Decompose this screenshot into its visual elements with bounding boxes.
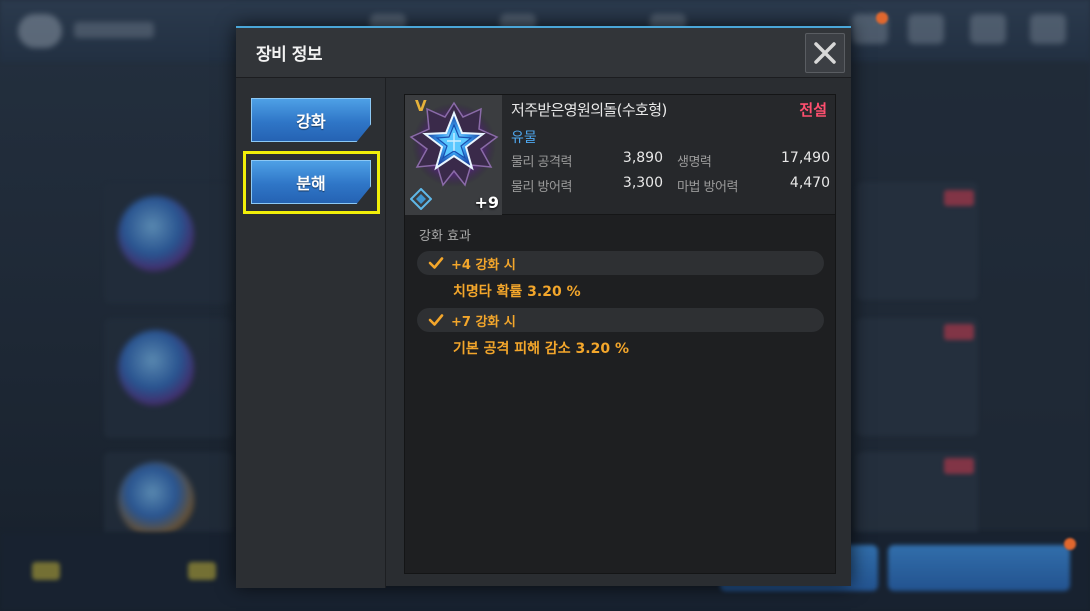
background-chat-text — [74, 22, 154, 38]
grade-mark: V — [415, 97, 427, 115]
side-menu: 강화 분해 — [236, 78, 386, 588]
effect-level: +4 강화 시 — [451, 258, 516, 273]
stat-label: 생명력 — [677, 155, 712, 170]
equipment-info-modal: 장비 정보 강화 분해 V +9 저주받은영원의돌(수호형) 전설 유물 물리 … — [236, 26, 851, 588]
stat-label: 마법 방어력 — [677, 180, 738, 195]
background-chip — [188, 562, 216, 580]
diamond-gem-icon — [410, 188, 432, 210]
background-bag-icon — [970, 14, 1006, 44]
stat-label: 물리 방어력 — [511, 180, 572, 195]
item-type: 유물 — [511, 130, 537, 146]
background-item-orb — [118, 196, 194, 272]
effect-description: 치명타 확률 3.20 % — [453, 284, 581, 300]
close-x-icon — [814, 42, 836, 64]
check-icon — [428, 257, 444, 269]
background-close-icon — [1030, 14, 1066, 44]
section-title: 강화 효과 — [419, 229, 471, 244]
modal-header: 장비 정보 — [236, 28, 851, 78]
item-summary: V +9 저주받은영원의돌(수호형) 전설 유물 물리 공격력 3,890 생명… — [405, 95, 835, 215]
effect-level: +7 강화 시 — [451, 315, 516, 330]
background-mail-icon — [908, 14, 944, 44]
background-item-orb — [118, 462, 194, 538]
background-chip — [32, 562, 60, 580]
item-icon-slot[interactable]: V +9 — [405, 95, 502, 215]
check-icon — [428, 314, 444, 326]
background-grade-tag — [944, 458, 974, 474]
modal-title: 장비 정보 — [256, 45, 322, 65]
background-grade-tag — [944, 190, 974, 206]
stat-value: 17,490 — [781, 150, 830, 166]
background-chat-icon — [18, 14, 62, 48]
stat-label: 물리 공격력 — [511, 155, 572, 170]
background-item-orb — [118, 330, 194, 406]
stat-value: 4,470 — [789, 175, 830, 191]
close-button[interactable] — [805, 33, 845, 73]
item-name: 저주받은영원의돌(수호형) — [511, 101, 667, 119]
enhance-level: +9 — [474, 193, 499, 212]
effect-header: +4 강화 시 — [417, 251, 824, 275]
background-grade-tag — [944, 324, 974, 340]
stat-value: 3,890 — [622, 150, 663, 166]
disassemble-button[interactable]: 분해 — [251, 160, 371, 204]
background-action-button — [888, 545, 1070, 591]
background-notification-badge — [1064, 538, 1076, 550]
item-grade: 전설 — [799, 101, 827, 119]
stat-value: 3,300 — [622, 175, 663, 191]
enhance-button[interactable]: 강화 — [251, 98, 371, 142]
background-notification-badge — [876, 12, 888, 24]
item-detail-panel: V +9 저주받은영원의돌(수호형) 전설 유물 물리 공격력 3,890 생명… — [404, 94, 836, 574]
effect-header: +7 강화 시 — [417, 308, 824, 332]
effect-description: 기본 공격 피해 감소 3.20 % — [453, 341, 629, 357]
